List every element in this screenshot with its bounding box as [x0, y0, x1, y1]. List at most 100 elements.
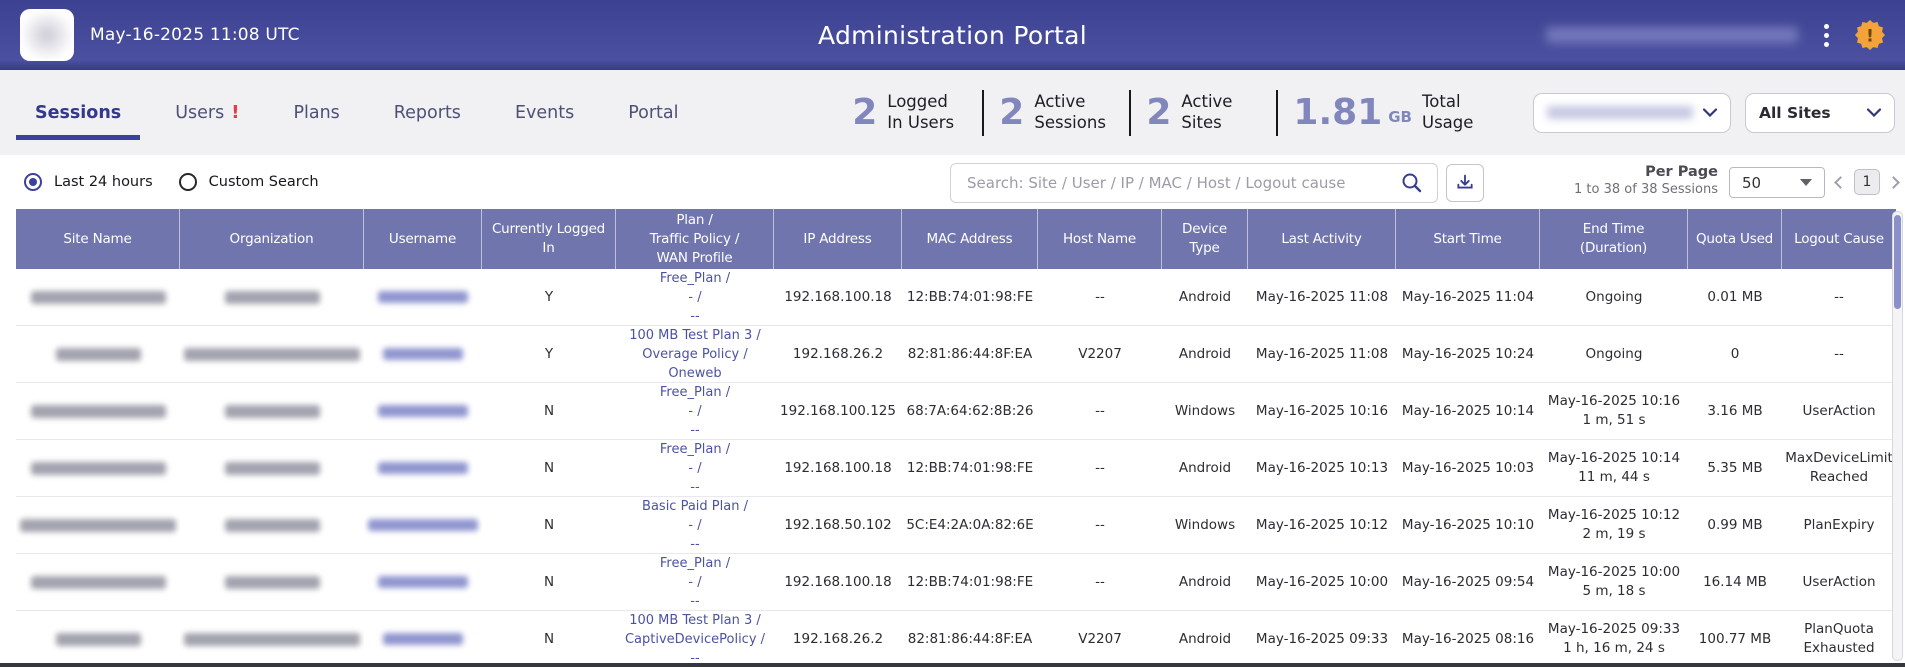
organization-dropdown[interactable] [1533, 93, 1731, 133]
administration-portal-page: May-16-2025 11:08 UTC Administration Por… [0, 0, 1905, 667]
cell-username[interactable] [364, 497, 482, 553]
cell-site [16, 269, 180, 325]
tab-users-label: Users [175, 103, 224, 123]
window-edge [0, 663, 1905, 667]
kebab-menu-icon[interactable] [1818, 16, 1835, 55]
cell-logout-cause: UserAction [1782, 554, 1896, 610]
tab-reports[interactable]: Reports [367, 70, 488, 155]
alert-badge-icon[interactable]: ! [1855, 20, 1885, 50]
cell-plan[interactable]: Free_Plan /- /-- [616, 383, 774, 439]
stat-active-sessions-label: Active Sessions [1034, 92, 1114, 133]
tab-portal[interactable]: Portal [601, 70, 705, 155]
cell-org [180, 440, 364, 496]
stat-total-usage: 1.81 GB Total Usage [1278, 92, 1517, 133]
tab-events[interactable]: Events [488, 70, 601, 155]
header-datetime: May-16-2025 11:08 UTC [90, 25, 300, 45]
prev-page-icon[interactable] [1834, 176, 1847, 189]
cell-plan[interactable]: Basic Paid Plan /- /-- [616, 497, 774, 553]
users-alert-badge: ! [231, 102, 239, 123]
cell-plan[interactable]: Free_Plan /- /-- [616, 554, 774, 610]
column-header-plan: Plan / Traffic Policy / WAN Profile [616, 209, 774, 270]
cell-logout-cause: PlanQuotaExhausted [1782, 611, 1896, 667]
table-row: Y 100 MB Test Plan 3 /Overage Policy /On… [16, 326, 1896, 383]
cell-org-redacted [225, 405, 320, 418]
stats-strip: 2 Logged In Users 2 Active Sessions 2 Ac… [837, 70, 1517, 155]
search-box [950, 163, 1438, 203]
cell-last-activity: May-16-2025 10:12 [1248, 497, 1396, 553]
cell-last-activity: May-16-2025 10:16 [1248, 383, 1396, 439]
cell-logged-in: Y [482, 326, 616, 382]
per-page-select[interactable]: 50 [1729, 167, 1825, 198]
cell-device: Windows [1162, 383, 1248, 439]
cell-username[interactable] [364, 383, 482, 439]
cell-org [180, 269, 364, 325]
tab-users[interactable]: Users! [148, 70, 266, 155]
cell-device: Android [1162, 440, 1248, 496]
cell-host: V2207 [1038, 326, 1162, 382]
download-button[interactable] [1446, 164, 1484, 202]
tab-plans[interactable]: Plans [266, 70, 366, 155]
sites-dropdown-value: All Sites [1759, 104, 1831, 122]
cell-host: -- [1038, 554, 1162, 610]
radio-last-24-hours[interactable]: Last 24 hours [24, 173, 153, 191]
stat-total-usage-unit: GB [1388, 100, 1412, 126]
cell-org-redacted [225, 576, 320, 589]
cell-host: -- [1038, 269, 1162, 325]
cell-logout-cause: UserAction [1782, 383, 1896, 439]
cell-logged-in: N [482, 497, 616, 553]
range-text: 1 to 38 of 38 Sessions [1540, 182, 1718, 199]
cell-start-time: May-16-2025 10:24 [1396, 326, 1540, 382]
cell-ip: 192.168.26.2 [774, 611, 902, 667]
radio-last-24-hours-label: Last 24 hours [54, 174, 153, 190]
cell-last-activity: May-16-2025 10:13 [1248, 440, 1396, 496]
cell-plan[interactable]: 100 MB Test Plan 3 /Overage Policy /Onew… [616, 326, 774, 382]
cell-last-activity: May-16-2025 11:08 [1248, 326, 1396, 382]
cell-end-time: May-16-2025 10:1411 m, 44 s [1540, 440, 1688, 496]
cell-username[interactable] [364, 326, 482, 382]
cell-plan[interactable]: Free_Plan /- /-- [616, 269, 774, 325]
next-page-icon[interactable] [1887, 176, 1900, 189]
cell-plan[interactable]: Free_Plan /- /-- [616, 440, 774, 496]
tab-events-label: Events [515, 103, 574, 123]
cell-end-time: May-16-2025 09:331 h, 16 m, 24 s [1540, 611, 1688, 667]
cell-site-redacted [56, 348, 141, 361]
cell-mac: 12:BB:74:01:98:FE [902, 440, 1038, 496]
tab-plans-label: Plans [293, 103, 339, 123]
cell-device: Android [1162, 326, 1248, 382]
cell-site [16, 497, 180, 553]
cell-username[interactable] [364, 440, 482, 496]
cell-username[interactable] [364, 269, 482, 325]
stat-logged-in-users-value: 2 [852, 95, 877, 131]
cell-site-redacted [31, 576, 166, 589]
cell-site [16, 440, 180, 496]
cell-org [180, 383, 364, 439]
search-input[interactable] [950, 163, 1438, 203]
tab-reports-label: Reports [394, 103, 461, 123]
cell-org-redacted [184, 348, 360, 361]
cell-username[interactable] [364, 554, 482, 610]
cell-org [180, 611, 364, 667]
cell-mac: 82:81:86:44:8F:EA [902, 611, 1038, 667]
stat-active-sites-value: 2 [1146, 95, 1171, 131]
search-icon[interactable] [1401, 172, 1422, 193]
app-logo[interactable] [20, 9, 74, 61]
cell-plan[interactable]: 100 MB Test Plan 3 /CaptiveDevicePolicy … [616, 611, 774, 667]
current-page-button[interactable]: 1 [1854, 169, 1880, 195]
cell-username-redacted [368, 519, 478, 531]
cell-site-redacted [20, 519, 176, 532]
cell-quota: 100.77 MB [1688, 611, 1782, 667]
cell-site [16, 554, 180, 610]
cell-device: Android [1162, 554, 1248, 610]
cell-username[interactable] [364, 611, 482, 667]
radio-custom-search[interactable]: Custom Search [179, 173, 319, 191]
column-header-host-name: Host Name [1038, 209, 1162, 270]
cell-start-time: May-16-2025 10:14 [1396, 383, 1540, 439]
cell-mac: 12:BB:74:01:98:FE [902, 554, 1038, 610]
tab-sessions[interactable]: Sessions [8, 70, 148, 155]
cell-username-redacted [383, 633, 463, 645]
sites-dropdown[interactable]: All Sites [1745, 93, 1895, 133]
scrollbar-thumb[interactable] [1894, 215, 1901, 309]
column-header-ip-address: IP Address [774, 209, 902, 270]
cell-logged-in: N [482, 440, 616, 496]
cell-quota: 16.14 MB [1688, 554, 1782, 610]
